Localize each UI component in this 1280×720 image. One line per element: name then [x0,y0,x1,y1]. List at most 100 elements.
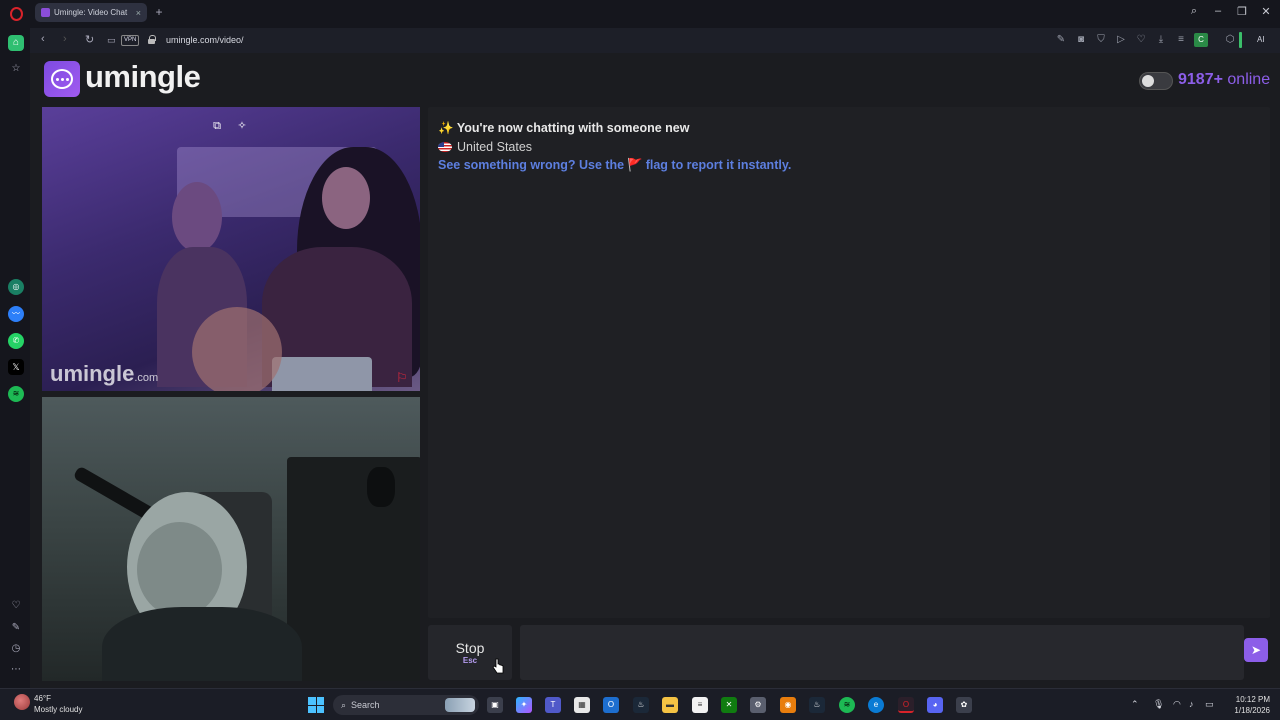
report-text-after: flag to report it instantly. [645,158,792,172]
download-icon[interactable]: ⤓ [1155,34,1167,45]
message-input[interactable] [520,625,1244,680]
heart-icon[interactable]: ♡ [1135,34,1147,45]
xbox-icon[interactable]: ✕ [721,697,737,713]
browser-tab-bar: Umingle: Video Chat × + ⌕ – ❐ ✕ [0,0,1280,28]
close-window-icon[interactable]: ✕ [1258,5,1274,18]
search-tabs-icon[interactable]: ⌕ [1186,5,1202,18]
x-icon[interactable]: 𝕏 [8,359,24,375]
shield-icon[interactable]: ⛉ [1095,34,1107,45]
system-message-report: See something wrong? Use the 🚩 flag to rep… [438,158,791,173]
theme-toggle[interactable] [1139,72,1173,90]
discord-icon[interactable]: ◕ [927,697,943,713]
play-icon[interactable]: ▷ [1115,34,1127,45]
system-message-country: United States [438,140,532,154]
us-flag-icon [438,142,452,152]
back-icon[interactable]: ‹ [41,33,45,45]
report-flag-icon[interactable]: ⚐ [396,371,414,385]
umingle-favicon-icon [41,8,50,17]
vpn-badge[interactable]: VPN [121,35,140,46]
watermark-suffix: .com [134,372,159,384]
menu-icon[interactable]: ≡ [1175,34,1187,45]
battery-icon[interactable]: ▭ [1205,699,1214,710]
weather-icon[interactable] [14,694,30,710]
new-tab-button[interactable]: + [152,5,166,19]
file-explorer-icon[interactable]: ▬ [662,697,678,713]
forward-icon[interactable]: › [63,33,67,45]
notepad-icon[interactable]: ≡ [692,697,708,713]
outlook-icon[interactable]: O [603,697,619,713]
online-label: online [1227,71,1271,88]
tray-expand-icon[interactable]: ⌃ [1131,699,1139,710]
edit-icon[interactable]: ✎ [1055,34,1067,45]
report-text-before: See something wrong? Use the [438,158,625,172]
ai-button[interactable]: AI [1257,35,1265,44]
microphone-icon[interactable]: 🎙 [1153,699,1164,710]
camera-icon[interactable]: ◙ [1075,34,1087,45]
tab-umingle[interactable]: Umingle: Video Chat × [35,3,147,22]
lock-icon[interactable] [148,35,156,44]
extension-c-icon[interactable]: C [1194,33,1208,47]
star-icon[interactable]: ☆ [8,61,24,77]
opera-logo-icon[interactable] [10,7,23,21]
chatgpt-icon[interactable]: ◎ [8,279,24,295]
pip-icon[interactable]: ⧉ [210,119,224,133]
tab-close-icon[interactable]: × [136,8,141,18]
stop-label: Stop [455,640,485,656]
windows-start-icon[interactable] [308,697,324,713]
tab-title: Umingle: Video Chat [54,8,128,17]
settings-icon[interactable]: ⚙ [750,697,766,713]
home-icon[interactable]: ⌂ [8,35,24,51]
blender-icon[interactable]: ◉ [780,697,796,713]
weather-desc: Mostly cloudy [34,705,83,714]
history-icon[interactable]: ◷ [8,641,24,657]
search-label: Search [351,700,380,710]
effects-icon[interactable]: ✧ [235,119,249,133]
mouse-cursor-icon [492,658,504,674]
volume-icon[interactable]: ♪ [1189,699,1194,709]
taskbar-search[interactable]: ⌕ Search [333,695,479,715]
new-chat-text: You're now chatting with someone new [456,121,690,135]
restore-icon[interactable]: ❐ [1234,5,1250,18]
self-video [42,397,420,681]
store-icon[interactable]: ▦ [574,697,590,713]
umingle-logo-icon[interactable] [44,61,80,97]
umingle-watermark: umingle.com [50,361,158,387]
sparkles-icon: ✨ [438,121,454,135]
online-counter: 9187+ online [1178,71,1270,89]
url-field[interactable]: umingle.com/video/ [166,35,244,45]
watermark-main: umingle [50,361,135,386]
heart-sidebar-icon[interactable]: ♡ [8,598,24,614]
browser-sidebar: ⌂ ☆ ◎ 〰 ✆ 𝕏 ≋ ♡ ✎ ◷ ⋯ [0,28,30,688]
search-icon: ⌕ [341,699,347,710]
whatsapp-icon[interactable]: ✆ [8,333,24,349]
edge-icon[interactable]: e [868,697,884,713]
reload-icon[interactable]: ↻ [85,33,94,46]
task-view-icon[interactable]: ▣ [487,697,503,713]
clock-time: 10:12 PM [1235,695,1270,704]
system-message-new-chat: ✨ You're now chatting with someone new [438,121,689,136]
logo-text[interactable]: umingle [85,59,201,95]
opera-taskbar-icon[interactable]: O [898,697,914,713]
system-clock[interactable]: 10:12 PM 1/18/2026 [1222,694,1270,716]
weather-temp: 46°F [34,694,51,703]
steam-2-icon[interactable]: ♨ [809,697,825,713]
clock-date: 1/18/2026 [1234,706,1270,715]
pencil-icon[interactable]: ✎ [8,620,24,636]
address-bar: ‹ › ↻ ▭ VPN umingle.com/video/ ✎ ◙ ⛉ ▷ ♡… [30,28,1280,53]
app-icon[interactable]: ✿ [956,697,972,713]
steam-icon[interactable]: ♨ [633,697,649,713]
player-icon[interactable]: ▭ [107,35,116,46]
teams-icon[interactable]: T [545,697,561,713]
wifi-icon[interactable]: ◠ [1173,699,1181,710]
more-icon[interactable]: ⋯ [8,662,24,678]
send-button[interactable]: ➤ [1244,638,1268,662]
minimize-icon[interactable]: – [1210,5,1226,17]
spotify-taskbar-icon[interactable]: ≋ [839,697,855,713]
red-flag-icon: 🚩 [627,158,643,172]
country-text: United States [457,140,533,154]
copilot-icon[interactable]: ✦ [516,697,532,713]
messenger-icon[interactable]: 〰 [8,306,24,322]
spotify-icon[interactable]: ≋ [8,386,24,402]
cube-icon[interactable]: ⬡ [1224,34,1236,45]
windows-taskbar: 46°F Mostly cloudy ⌕ Search ▣ ✦ T ▦ O ♨ … [0,688,1280,720]
